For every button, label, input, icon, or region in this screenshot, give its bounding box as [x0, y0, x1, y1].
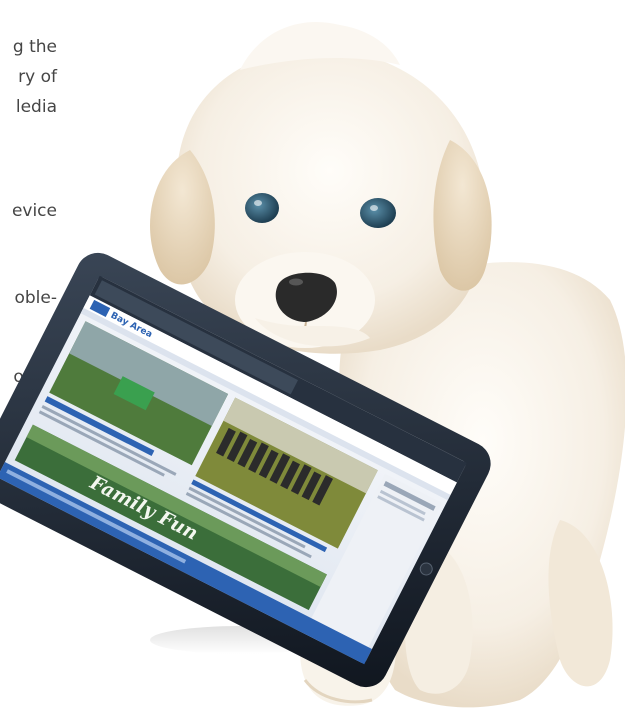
- puppy-with-tablet-photo: Bay Area Family Fun: [0, 22, 625, 708]
- page: g the ry of ledia evice oble- orrell: [0, 0, 625, 724]
